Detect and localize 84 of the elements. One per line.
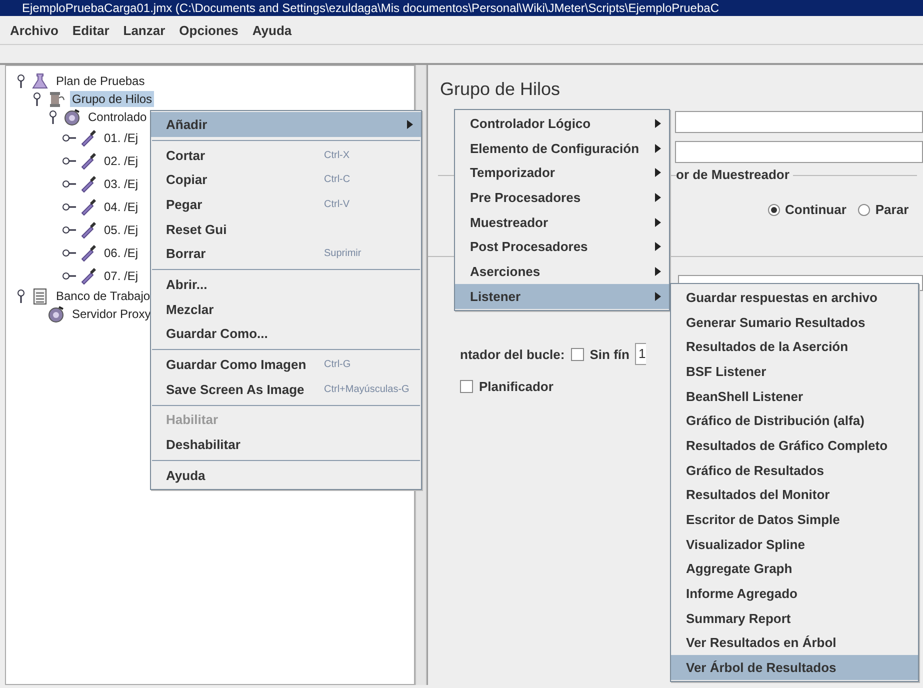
shortcut-label: Ctrl-C — [324, 174, 350, 186]
window-title: EjemploPruebaCarga01.jmx (C:\Documents and Settings\ezuldaga\Mis documentos\Personal\Wiki\JMeter\Scripts\EjemploPruebaC — [0, 0, 923, 16]
input-field[interactable] — [675, 141, 923, 163]
tree-item[interactable]: 02. /Ej — [102, 152, 140, 168]
menu-item[interactable]: Resultados del Monitor — [671, 482, 918, 508]
menu-item[interactable]: BSF Listener — [671, 359, 918, 384]
submenu-arrow-icon — [655, 266, 661, 276]
menu-item[interactable]: Informe Agregado — [671, 581, 918, 606]
tree-item[interactable]: Servidor Proxy — [70, 306, 153, 322]
menu-item[interactable]: Controlador Lógico — [455, 111, 669, 136]
menu-item[interactable]: Elemento de Configuración — [455, 136, 669, 160]
submenu-arrow-icon — [655, 192, 661, 202]
menu-item[interactable]: Guardar Como Imagen Ctrl-G — [151, 352, 421, 377]
menu-item[interactable]: Ver Resultados en Árbol — [671, 630, 918, 656]
tree-item[interactable]: 05. /Ej — [102, 222, 140, 238]
menu-item[interactable]: Copiar Ctrl-C — [151, 167, 421, 192]
menu-bar-item[interactable]: Ayuda — [250, 22, 294, 38]
radio-label: Parar — [875, 202, 909, 217]
submenu-arrow-icon — [655, 168, 661, 178]
tree-item[interactable]: 06. /Ej — [102, 244, 140, 260]
menu-item[interactable]: BeanShell Listener — [671, 384, 918, 408]
submenu-arrow-icon — [655, 118, 661, 128]
menu-bar-item[interactable]: Archivo — [8, 22, 60, 38]
group-label: or de Muestreador — [676, 167, 794, 182]
input-field[interactable] — [675, 111, 923, 133]
menu-item[interactable]: Resultados de la Aserción — [671, 334, 918, 360]
menu-item[interactable]: Gráfico de Distribución (alfa) — [671, 408, 918, 434]
menu-item[interactable]: Ver Árbol de Resultados — [671, 655, 918, 680]
menu-item[interactable]: Abrir... — [151, 272, 421, 297]
menu-item[interactable]: Deshabilitar — [151, 432, 421, 457]
shortcut-label: Suprimir — [324, 248, 362, 260]
input-field[interactable]: 1 — [635, 343, 646, 365]
menu-item[interactable]: Borrar Suprimir — [151, 241, 421, 266]
menu-item[interactable]: Pegar Ctrl-V — [151, 192, 421, 217]
menu-item[interactable]: Temporizador — [455, 160, 669, 186]
submenu-arrow-icon — [655, 242, 661, 252]
tree-item[interactable]: 04. /Ej — [102, 198, 140, 214]
menu-item[interactable]: Ayuda — [151, 462, 421, 488]
menu-item[interactable]: Muestreador — [455, 210, 669, 234]
shortcut-label: Ctrl-V — [324, 198, 350, 210]
field-label: ntador del bucle: — [460, 346, 565, 362]
menu-item[interactable]: Resultados de Gráfico Completo — [671, 433, 918, 458]
menu-item[interactable]: Escritor de Datos Simple — [671, 507, 918, 532]
menu-item[interactable]: Cortar Ctrl-X — [151, 142, 421, 168]
menu-bar-item[interactable]: Lanzar — [121, 22, 168, 38]
radio-label: Continuar — [785, 202, 846, 217]
menu-item[interactable]: Aserciones — [455, 259, 669, 284]
menu-item[interactable]: Pre Procesadores — [455, 185, 669, 210]
submenu-arrow-icon — [655, 292, 661, 301]
submenu-arrow-icon — [655, 144, 661, 153]
submenu-arrow-icon — [655, 218, 661, 227]
menu-bar-item[interactable]: Opciones — [177, 22, 240, 38]
checkbox[interactable] — [460, 380, 473, 393]
menu-item[interactable]: Post Procesadores — [455, 234, 669, 260]
menu-item[interactable]: Guardar respuestas en archivo — [671, 285, 918, 310]
shortcut-label: Ctrl+Mayúsculas-G — [324, 384, 410, 395]
tree-item[interactable]: 07. /Ej — [102, 268, 140, 284]
menu-item[interactable]: Listener — [455, 284, 669, 308]
tree-item[interactable]: 03. /Ej — [102, 176, 140, 192]
menu-item[interactable]: Añadir — [151, 112, 421, 137]
menu-item[interactable]: Reset Gui — [151, 216, 421, 242]
menu-item[interactable]: Aggregate Graph — [671, 556, 918, 582]
menu-item[interactable]: Summary Report — [671, 606, 918, 631]
radio-button[interactable]: Parar — [858, 202, 909, 217]
panel-title: Grupo de Hilos — [439, 78, 562, 101]
shortcut-label: Ctrl-X — [324, 150, 350, 161]
menu-item[interactable]: Mezclar — [151, 296, 421, 322]
checkbox[interactable] — [570, 348, 584, 360]
checkbox-label: Sin fín — [590, 346, 630, 362]
submenu-arrow-icon — [407, 120, 413, 129]
tree-item[interactable]: Banco de Trabajo — [54, 288, 152, 304]
menu-item[interactable]: Generar Sumario Resultados — [671, 310, 918, 334]
menu-item[interactable]: Gráfico de Resultados — [671, 458, 918, 482]
menu-item[interactable]: Visualizador Spline — [671, 532, 918, 557]
menu-bar-item[interactable]: Editar — [70, 22, 112, 38]
menu-item[interactable]: Save Screen As Image Ctrl+Mayúsculas-G — [151, 376, 421, 402]
tree-item[interactable]: Controlado — [86, 109, 149, 125]
shortcut-label: Ctrl-G — [324, 359, 351, 370]
tree-item[interactable]: Grupo de Hilos — [70, 91, 154, 107]
tree-item[interactable]: Plan de Pruebas — [54, 73, 147, 89]
tree-item[interactable]: 01. /Ej — [102, 130, 140, 146]
radio-button[interactable]: Continuar — [768, 202, 846, 217]
checkbox-label: Planificador — [479, 379, 554, 394]
menu-item[interactable]: Guardar Como... — [151, 322, 421, 346]
